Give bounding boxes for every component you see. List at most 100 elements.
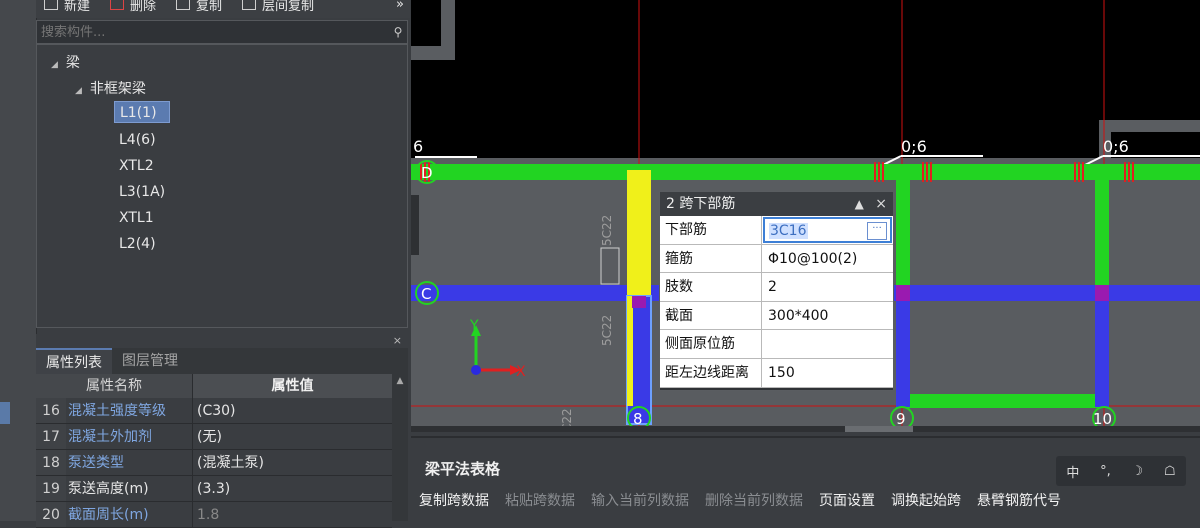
dialog-buttons: ▲ × [855,192,887,216]
tree-leaf[interactable]: L3(1A) [114,181,175,203]
close-icon[interactable]: × [393,334,402,347]
tree-leaf[interactable]: L2(4) [114,233,175,255]
tree-leaf[interactable]: L1(1) [114,101,170,123]
punctuation-icon[interactable]: °, [1100,464,1111,479]
axis-label-c: C [421,285,431,303]
page-setup-button[interactable]: 页面设置 [819,490,875,510]
row-number: 19 [36,476,66,501]
tree-node-beam[interactable]: ◢ 梁 [51,52,80,72]
col-value-header: 属性值 [193,374,392,398]
rebar-label-upper: 5C22 [600,215,614,246]
expand-triangle-icon[interactable]: ◢ [51,60,58,70]
row-value[interactable]: (混凝土泵) [193,450,392,475]
bottom-rebar-input[interactable]: 3C16 ··· [763,217,892,243]
dialog-row[interactable]: 肢数 2 [660,273,893,302]
dialog-titlebar[interactable]: 2 跨下部筋 ▲ × [660,192,893,216]
row-name: 泵送类型 [66,450,193,475]
pin-icon[interactable]: ▲ [855,197,864,211]
expand-triangle-icon[interactable]: ◢ [75,86,82,96]
dialog-row-name: 侧面原位筋 [660,330,762,358]
dialog-row-name: 截面 [660,301,762,330]
props-scrollbar[interactable]: ▲ [392,374,408,521]
tree-leaf[interactable]: L4(6) [114,129,175,151]
dialog-row[interactable]: 截面 300*400 [660,301,893,331]
origin-dot [471,365,481,375]
row-value[interactable]: 1.8 [193,502,392,527]
tree-node-beam-label: 梁 [65,55,80,71]
floor-copy-button[interactable]: 层间复制 [242,0,314,14]
span-bottom-rebar-dialog: 2 跨下部筋 ▲ × 下部筋 3C16 ··· 箍筋 Φ10@100(2) 肢数 … [659,191,894,391]
wall-block [1099,120,1200,132]
moon-icon[interactable]: ☽ [1132,464,1144,479]
dim-text-left: 6 [413,137,423,156]
dialog-row-value[interactable]: 2 [762,273,893,301]
copy-span-data-button[interactable]: 复制跨数据 [419,490,489,510]
selected-beam-yellow [627,170,651,296]
panel-title: 梁平法表格 [425,460,501,478]
dialog-row[interactable]: 下部筋 3C16 ··· [660,216,893,245]
skin-icon[interactable]: ☖ [1164,464,1176,479]
dialog-row-value[interactable]: 300*400 [762,302,893,330]
delete-button[interactable]: 删除 [110,0,156,14]
new-label: 新建 [64,0,91,14]
component-tree: ◢ 梁 ◢ 非框架梁 L1(1) L4(6) XTL2 L3(1A) XTL1 L2… [36,44,408,328]
bottom-rebar-value[interactable]: 3C16 [769,223,808,239]
tree-node-nonframe-label: 非框架梁 [89,81,146,97]
row-value[interactable]: (无) [193,424,392,449]
property-table-header: 属性名称 属性值 [36,374,392,398]
dialog-row[interactable]: 侧面原位筋 [660,330,893,359]
more-options-button[interactable]: ··· [867,222,887,240]
tree-leaf[interactable]: XTL2 [114,155,175,177]
beam-10-blue [1095,285,1109,407]
row-name: 截面周长(m) [66,502,193,527]
scroll-up-icon[interactable]: ▲ [392,374,408,386]
dim-text-mid: 0;6 [901,137,927,156]
tab-layer-manager[interactable]: 图层管理 [112,348,188,374]
dialog-row-value[interactable] [762,330,893,358]
row-number: 16 [36,398,66,423]
copy-label: 复制 [196,0,223,14]
dialog-row[interactable]: 箍筋 Φ10@100(2) [660,244,893,274]
search-input[interactable] [37,23,389,41]
dialog-row[interactable]: 距左边线距离 150 [660,358,893,388]
beam-table-panel: 梁平法表格 中 °, ☽ ☖ 复制跨数据 粘贴跨数据 输入当前列数据 删除当前列… [411,436,1200,523]
component-toolbar: 新建 删除 复制 层间复制 » [36,0,410,18]
canvas-scroll-thumb [845,426,913,432]
wall-block [411,46,455,60]
tree-node-nonframe-beam[interactable]: ◢ 非框架梁 [75,78,146,98]
toolbar-overflow-icon[interactable]: » [396,0,404,12]
tab-property-list[interactable]: 属性列表 [36,348,112,374]
row-value[interactable]: (C30) [193,398,392,423]
copy-icon [176,0,191,10]
swap-start-span-button[interactable]: 调换起始跨 [891,490,961,510]
language-icon[interactable]: 中 [1066,462,1079,481]
delete-label: 删除 [130,0,157,14]
search-icon[interactable]: ⚲ [389,25,407,39]
delete-column-data-button[interactable]: 删除当前列数据 [705,490,803,510]
beam-bottom-green [896,394,1109,408]
new-button[interactable]: 新建 [44,0,90,14]
beam-9-blue [896,285,910,407]
copy-button[interactable]: 复制 [176,0,222,14]
tree-leaf[interactable]: XTL1 [114,207,175,229]
table-row[interactable]: 16 混凝土强度等级 (C30) [36,398,392,424]
dialog-title: 2 跨下部筋 [666,196,736,212]
table-row[interactable]: 18 泵送类型 (混凝土泵) [36,450,392,476]
dialog-row-name: 下部筋 [660,216,762,244]
dialog-row-value[interactable]: 150 [762,359,893,387]
close-icon[interactable]: × [875,196,887,212]
floor-copy-label: 层间复制 [262,0,315,14]
table-row[interactable]: 19 泵送高度(m) (3.3) [36,476,392,502]
row-value[interactable]: (3.3) [193,476,392,501]
axis-label-10: 10 [1093,410,1112,428]
input-column-data-button[interactable]: 输入当前列数据 [591,490,689,510]
dialog-row-value[interactable]: Φ10@100(2) [762,245,893,273]
left-strip-selection[interactable] [0,402,10,424]
table-row[interactable]: 17 混凝土外加剂 (无) [36,424,392,450]
table-row[interactable]: 20 截面周长(m) 1.8 [36,502,392,528]
cantilever-rebar-code-button[interactable]: 悬臂钢筋代号 [977,490,1061,510]
row-number: 20 [36,502,66,527]
dim-text-right: 0;6 [1103,137,1129,156]
dialog-row-name: 箍筋 [660,244,762,273]
paste-span-data-button[interactable]: 粘贴跨数据 [505,490,575,510]
